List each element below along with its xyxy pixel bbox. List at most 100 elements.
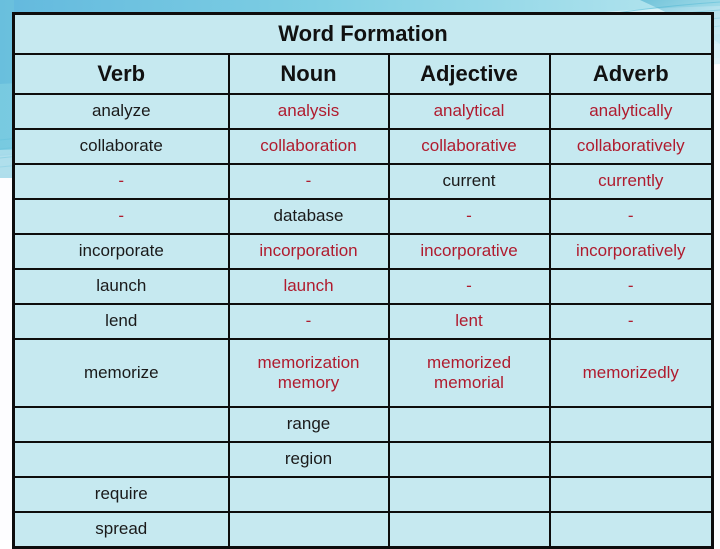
word-text: - xyxy=(466,276,472,296)
word-text: memorized xyxy=(426,352,512,372)
table-cell-adjective xyxy=(387,476,551,513)
table-cell-verb: collaborate xyxy=(12,128,230,165)
table-cell-noun xyxy=(227,476,390,513)
table-cell-adjective: current xyxy=(387,163,551,200)
table-row: memorize memorization memory memorized memor… xyxy=(12,338,714,408)
word-text: current xyxy=(442,171,496,191)
word-text: currently xyxy=(598,171,664,191)
word-text: collaborative xyxy=(421,136,517,156)
table-cell-noun: analysis xyxy=(227,93,390,130)
word-text: incorporation xyxy=(259,241,358,261)
table-row: - - current currently xyxy=(12,163,714,200)
table-row: require xyxy=(12,476,714,513)
table-body: Word Formation Verb Noun Adjective Adver… xyxy=(12,12,714,549)
word-text: analyze xyxy=(91,101,151,121)
word-text: - xyxy=(305,171,312,191)
table-cell-adverb: incorporatively xyxy=(548,233,714,270)
word-text: incorporatively xyxy=(575,241,686,261)
table-row: collaborate collaboration collaborative col… xyxy=(12,128,714,165)
table-cell-adjective: - xyxy=(387,268,551,305)
table-cell-verb: launch xyxy=(12,268,230,305)
word-text: - xyxy=(627,206,634,226)
table-cell-noun: region xyxy=(227,441,390,478)
table-cell-noun xyxy=(227,511,390,549)
column-header-adverb: Adverb xyxy=(548,53,714,95)
table-cell-verb: spread xyxy=(12,511,230,549)
table-cell-adjective xyxy=(387,441,551,478)
word-text: collaboratively xyxy=(576,136,685,156)
table-cell-adverb: - xyxy=(548,198,714,235)
table-cell-verb: lend xyxy=(12,303,230,340)
table-cell-verb: memorize xyxy=(12,338,230,408)
table-cell-noun: range xyxy=(227,406,390,443)
table-cell-adverb xyxy=(548,511,714,549)
table-cell-noun: launch xyxy=(227,268,390,305)
word-text: incorporate xyxy=(78,241,164,261)
table-row: analyze analysis analytical analytically xyxy=(12,93,714,130)
word-text: require xyxy=(94,484,148,504)
word-text: memorize xyxy=(83,362,159,382)
word-text: launch xyxy=(96,276,147,296)
word-text: memorizedly xyxy=(582,362,679,382)
word-text: memorial xyxy=(434,373,504,392)
table-cell-adjective xyxy=(387,511,551,549)
word-text: memory xyxy=(277,373,340,392)
word-text: incorporative xyxy=(420,241,518,261)
table-cell-verb: - xyxy=(12,198,230,235)
column-header-verb: Verb xyxy=(12,53,230,95)
table-cell-verb: incorporate xyxy=(12,233,230,270)
word-text: analytical xyxy=(433,101,505,121)
table-row: incorporate incorporation incorporative inc… xyxy=(12,233,714,270)
table-row: launch launch - - xyxy=(12,268,714,305)
word-text: lent xyxy=(455,311,483,331)
table-cell-adverb: analytically xyxy=(548,93,714,130)
table-row: lend - lent - xyxy=(12,303,714,340)
word-text: - xyxy=(305,311,312,331)
table-cell-adjective: lent xyxy=(387,303,551,340)
word-text: analytically xyxy=(589,101,673,121)
table-cell-adverb: currently xyxy=(548,163,714,200)
word-text: analysis xyxy=(277,101,340,121)
header-row: Verb Noun Adjective Adverb xyxy=(12,53,714,95)
word-text: - xyxy=(466,206,472,226)
table-cell-adverb: collaboratively xyxy=(548,128,714,165)
word-text: - xyxy=(118,171,125,191)
word-text: collaboration xyxy=(260,136,357,156)
word-text: memorization xyxy=(257,352,360,372)
table-cell-adverb: - xyxy=(548,268,714,305)
table-cell-adverb: - xyxy=(548,303,714,340)
word-text: - xyxy=(627,311,634,331)
table-cell-adverb: memorizedly xyxy=(548,338,714,408)
table-row: spread xyxy=(12,511,714,549)
title-row: Word Formation xyxy=(12,12,714,55)
table-cell-noun: memorization memory xyxy=(227,338,390,408)
table-cell-adjective: - xyxy=(387,198,551,235)
table-cell-noun: - xyxy=(227,303,390,340)
word-text: - xyxy=(118,206,125,226)
table-cell-adverb xyxy=(548,406,714,443)
table-cell-noun: incorporation xyxy=(227,233,390,270)
table-row: region xyxy=(12,441,714,478)
table-cell-verb xyxy=(12,441,230,478)
table-cell-adjective: incorporative xyxy=(387,233,551,270)
table-cell-verb: - xyxy=(12,163,230,200)
column-header-noun: Noun xyxy=(227,53,390,95)
word-text: collaborate xyxy=(79,136,163,156)
table-row: range xyxy=(12,406,714,443)
table-cell-verb: analyze xyxy=(12,93,230,130)
word-formation-table: Word Formation Verb Noun Adjective Adver… xyxy=(12,12,715,549)
column-header-adjective: Adjective xyxy=(387,53,551,95)
table-cell-adverb xyxy=(548,441,714,478)
table-cell-adverb xyxy=(548,476,714,513)
table-cell-noun: collaboration xyxy=(227,128,390,165)
word-formation-table-container: Word Formation Verb Noun Adjective Adver… xyxy=(12,12,715,549)
table-cell-adjective: collaborative xyxy=(387,128,551,165)
table-cell-verb: require xyxy=(12,476,230,513)
word-text: spread xyxy=(95,519,148,539)
word-text: - xyxy=(627,276,634,296)
table-cell-noun: - xyxy=(227,163,390,200)
table-cell-adjective xyxy=(387,406,551,443)
word-text: lend xyxy=(105,311,138,331)
page-title: Word Formation xyxy=(12,12,714,55)
table-cell-adjective: memorized memorial xyxy=(387,338,551,408)
